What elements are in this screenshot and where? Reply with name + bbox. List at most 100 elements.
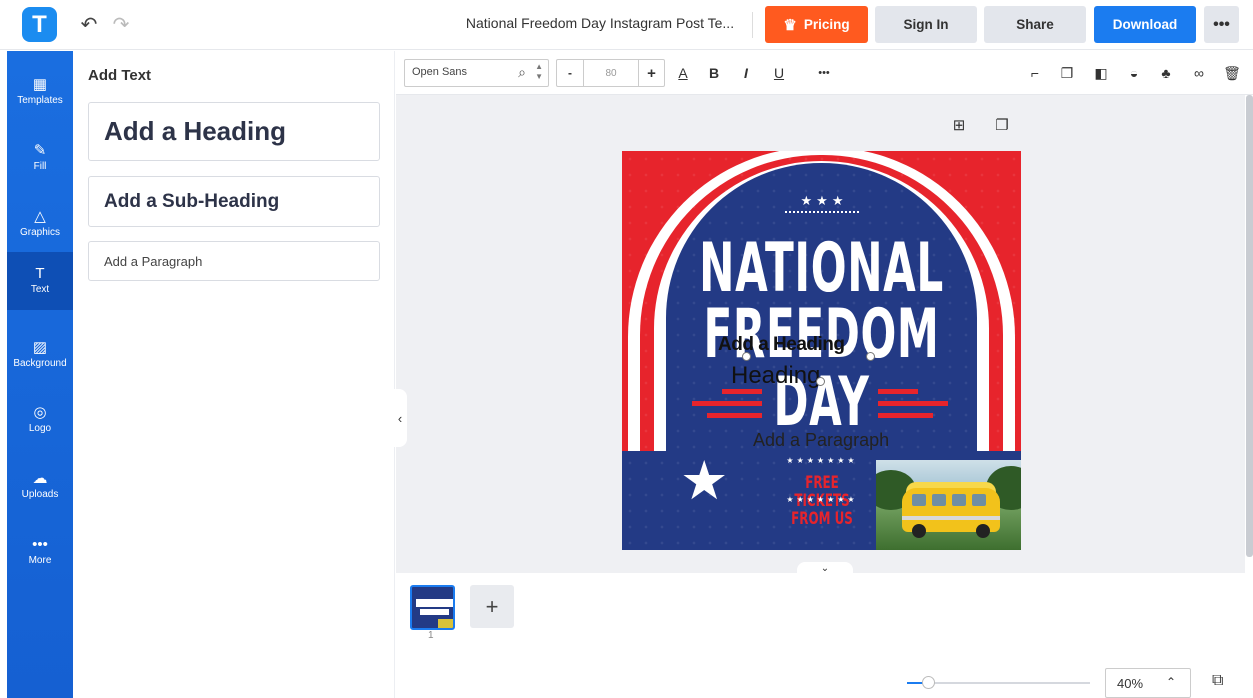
logo-icon: ◎ [33, 404, 47, 421]
red-stripe [878, 389, 918, 394]
share-button[interactable]: Share [984, 6, 1086, 43]
star-icon: ★ [680, 451, 729, 511]
design-canvas[interactable]: ★★★ NATIONAL FREEDOM DAY ★★★★★★★ FREE TI… [622, 151, 1021, 550]
templates-icon: ▦ [32, 76, 48, 93]
van-window [912, 494, 926, 506]
sidebar-item-label: Logo [28, 423, 52, 434]
sidebar-item-graphics[interactable]: △ Graphics [7, 195, 73, 253]
upload-icon: ☁ [32, 470, 48, 487]
add-paragraph-button[interactable]: Add a Paragraph [88, 241, 380, 281]
download-button[interactable]: Download [1094, 6, 1196, 43]
poster-title-line2[interactable]: FREEDOM [698, 297, 945, 373]
van-wheel [912, 524, 926, 538]
text-color-button[interactable]: A [673, 63, 693, 83]
zoom-select[interactable]: 40% ⌃ [1105, 668, 1191, 698]
pricing-label: Pricing [803, 17, 850, 32]
italic-button[interactable]: I [736, 63, 756, 83]
zoom-value: 40% [1117, 675, 1144, 691]
van-window [952, 494, 966, 506]
opacity-icon[interactable]: ◒ [1124, 63, 1144, 83]
sidebar-item-more[interactable]: ••• More [7, 523, 73, 581]
document-title[interactable]: National Freedom Day Instagram Post Te..… [460, 15, 740, 31]
stars-decor: ★★★★★★★ [786, 456, 858, 465]
thumb-title [416, 599, 453, 607]
sidebar-item-label: Templates [17, 95, 63, 106]
add-subheading-button[interactable]: Add a Sub-Heading [88, 176, 380, 227]
divider [752, 12, 753, 38]
sidebar: ▦ Templates ✎ Fill △ Graphics T Text ▨ B… [7, 51, 73, 698]
van-wheel [976, 524, 990, 538]
font-size-stepper[interactable]: - 80 + [556, 59, 665, 87]
selection-handle[interactable] [866, 352, 875, 361]
add-text-panel: Add Text Add a Heading Add a Sub-Heading… [73, 51, 395, 698]
red-stripe [878, 413, 933, 418]
graphics-icon: △ [34, 208, 46, 225]
text-icon: T [35, 265, 45, 282]
sidebar-item-logo[interactable]: ◎ Logo [7, 391, 73, 449]
app-logo[interactable]: T [22, 7, 57, 42]
selection-handle[interactable] [742, 352, 751, 361]
page-thumbnail[interactable] [410, 585, 455, 630]
more-format-button[interactable]: ••• [814, 63, 834, 83]
sidebar-item-label: Text [30, 284, 50, 295]
increase-size-button[interactable]: + [638, 60, 664, 86]
van-window [932, 494, 946, 506]
sidebar-item-label: Fill [33, 161, 47, 172]
font-family-select[interactable]: Open Sans ⌕ ▲ ▼ [404, 59, 549, 87]
decrease-size-button[interactable]: - [557, 60, 584, 86]
page-view-icon[interactable]: ⧉ [1212, 672, 1232, 692]
format-toolbar: Open Sans ⌕ ▲ ▼ - 80 + A B I U ••• ⌐ ❐ ◧ … [396, 51, 1253, 95]
top-bar: T ↶ ↷ National Freedom Day Instagram Pos… [0, 0, 1253, 50]
zoom-slider-handle[interactable] [922, 676, 935, 689]
workspace-scrollbar[interactable] [1246, 95, 1253, 557]
thumb-photo [438, 619, 453, 628]
underline-button[interactable]: U [769, 63, 789, 83]
copy-page-icon[interactable]: ❐ [993, 116, 1011, 134]
collapse-panel-button[interactable]: ‹ [393, 389, 407, 447]
spinner-icon[interactable]: ▲ ▼ [535, 62, 543, 82]
font-family-value: Open Sans [412, 66, 468, 78]
panel-title: Add Text [88, 67, 152, 84]
layer-icon[interactable]: ◧ [1091, 63, 1111, 83]
page-number: 1 [428, 630, 434, 641]
delete-icon[interactable]: 🗑 [1222, 63, 1242, 83]
thumb-title [420, 609, 449, 615]
redo-icon[interactable]: ↷ [109, 12, 133, 36]
font-size-value[interactable]: 80 [584, 60, 638, 86]
stars-decor: ★★★ [800, 193, 848, 208]
sidebar-item-label: More [28, 555, 52, 566]
sidebar-item-text[interactable]: T Text [7, 252, 73, 310]
van-window [972, 494, 986, 506]
search-icon[interactable]: ⌕ [518, 64, 526, 81]
van-band [902, 516, 1000, 520]
more-options-button[interactable]: ••• [1204, 6, 1239, 43]
add-page-button[interactable]: + [470, 585, 514, 628]
crown-icon: ♛ [783, 16, 797, 34]
sidebar-item-label: Uploads [21, 489, 59, 500]
sidebar-item-fill[interactable]: ✎ Fill [7, 129, 73, 187]
sidebar-item-templates[interactable]: ▦ Templates [7, 63, 73, 121]
undo-icon[interactable]: ↶ [77, 12, 101, 36]
van-photo[interactable] [876, 460, 1021, 550]
background-icon: ▨ [32, 339, 48, 356]
link-icon[interactable]: ∞ [1189, 63, 1209, 83]
add-page-icon[interactable]: ⊞ [950, 116, 968, 134]
red-stripe [707, 413, 762, 418]
pricing-button[interactable]: ♛ Pricing [765, 6, 868, 43]
expand-pages-button[interactable]: ⌄ [797, 562, 853, 576]
dotted-line [785, 211, 859, 214]
red-stripe [692, 401, 762, 406]
format-painter-icon[interactable]: ⌐ [1025, 63, 1045, 83]
sidebar-item-background[interactable]: ▨ Background [7, 326, 73, 384]
duplicate-icon[interactable]: ❐ [1057, 63, 1077, 83]
sidebar-item-uploads[interactable]: ☁ Uploads [7, 457, 73, 515]
stars-decor: ★★★★★★★ [786, 495, 858, 504]
bold-button[interactable]: B [704, 63, 724, 83]
align-icon[interactable]: ♣ [1156, 63, 1176, 83]
sidebar-item-label: Background [13, 358, 67, 369]
chevron-down-icon: ⌄ [820, 563, 830, 574]
rotate-handle[interactable] [816, 377, 825, 386]
add-heading-button[interactable]: Add a Heading [88, 102, 380, 161]
chevron-up-icon: ⌃ [1165, 675, 1176, 689]
sign-in-button[interactable]: Sign In [875, 6, 977, 43]
